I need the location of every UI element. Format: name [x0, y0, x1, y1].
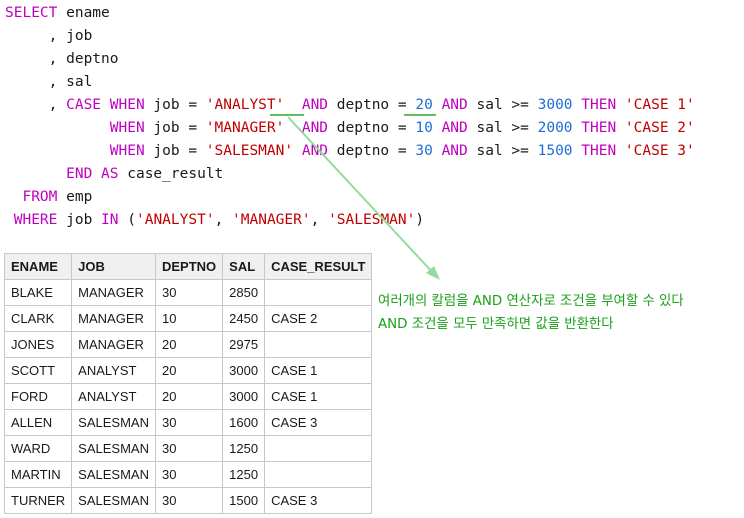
table-cell: 20 — [154, 383, 224, 410]
table-row: JONES MANAGER 20 2975 — [3, 331, 373, 358]
table-cell: CASE 1 — [264, 383, 373, 410]
table-cell — [264, 461, 373, 488]
table-cell: SALESMAN — [71, 487, 156, 514]
table-cell: 30 — [154, 279, 224, 306]
column-header-deptno: DEPTNO — [154, 253, 224, 280]
table-cell: ANALYST — [71, 383, 156, 410]
result-table: ENAME JOB DEPTNO SAL CASE_RESULT BLAKE MANAGE… — [3, 253, 373, 514]
table-cell — [264, 331, 373, 358]
column-header-ename: ENAME — [3, 253, 73, 280]
table-cell: 2975 — [222, 331, 266, 358]
table-cell: 3000 — [222, 383, 266, 410]
table-row: TURNER SALESMAN 30 1500 CASE 3 — [3, 487, 373, 514]
table-cell: 20 — [154, 357, 224, 384]
table-cell: 30 — [154, 435, 224, 462]
table-header-row: ENAME JOB DEPTNO SAL CASE_RESULT — [3, 253, 373, 280]
table-cell: MANAGER — [71, 305, 156, 332]
table-cell: 2450 — [222, 305, 266, 332]
table-cell: 1250 — [222, 435, 266, 462]
table-cell: 1250 — [222, 461, 266, 488]
table-cell: SALESMAN — [71, 409, 156, 436]
column-header-job: JOB — [71, 253, 156, 280]
column-header-case-result: CASE_RESULT — [264, 253, 373, 280]
table-cell: MANAGER — [71, 279, 156, 306]
table-cell: CLARK — [3, 305, 73, 332]
table-cell: 30 — [154, 409, 224, 436]
table-cell: 30 — [154, 461, 224, 488]
table-cell: 1600 — [222, 409, 266, 436]
table-cell: 10 — [154, 305, 224, 332]
table-cell: CASE 3 — [264, 409, 373, 436]
table-cell: 20 — [154, 331, 224, 358]
table-cell: CASE 2 — [264, 305, 373, 332]
table-row: SCOTT ANALYST 20 3000 CASE 1 — [3, 357, 373, 384]
table-cell: SCOTT — [3, 357, 73, 384]
annotation-line-1: 여러개의 칼럼을 AND 연산자로 조건을 부여할 수 있다 — [378, 294, 684, 309]
table-cell — [264, 435, 373, 462]
table-cell: ALLEN — [3, 409, 73, 436]
table-cell: 1500 — [222, 487, 266, 514]
table-cell: 3000 — [222, 357, 266, 384]
table-cell: WARD — [3, 435, 73, 462]
table-cell: ANALYST — [71, 357, 156, 384]
table-row: BLAKE MANAGER 30 2850 — [3, 279, 373, 306]
table-cell: SALESMAN — [71, 435, 156, 462]
table-row: WARD SALESMAN 30 1250 — [3, 435, 373, 462]
table-cell: MARTIN — [3, 461, 73, 488]
table-cell: 2850 — [222, 279, 266, 306]
table-row: MARTIN SALESMAN 30 1250 — [3, 461, 373, 488]
annotation-note: 여러개의 칼럼을 AND 연산자로 조건을 부여할 수 있다 AND 조건을 모… — [378, 290, 684, 336]
table-cell: 30 — [154, 487, 224, 514]
table-cell: BLAKE — [3, 279, 73, 306]
table-cell: SALESMAN — [71, 461, 156, 488]
table-row: FORD ANALYST 20 3000 CASE 1 — [3, 383, 373, 410]
table-cell: CASE 1 — [264, 357, 373, 384]
table-cell: CASE 3 — [264, 487, 373, 514]
table-cell — [264, 279, 373, 306]
column-header-sal: SAL — [222, 253, 266, 280]
annotation-line-2: AND 조건을 모두 만족하면 값을 반환한다 — [378, 317, 614, 332]
table-row: ALLEN SALESMAN 30 1600 CASE 3 — [3, 409, 373, 436]
table-cell: JONES — [3, 331, 73, 358]
table-cell: MANAGER — [71, 331, 156, 358]
table-row: CLARK MANAGER 10 2450 CASE 2 — [3, 305, 373, 332]
table-cell: TURNER — [3, 487, 73, 514]
table-cell: FORD — [3, 383, 73, 410]
